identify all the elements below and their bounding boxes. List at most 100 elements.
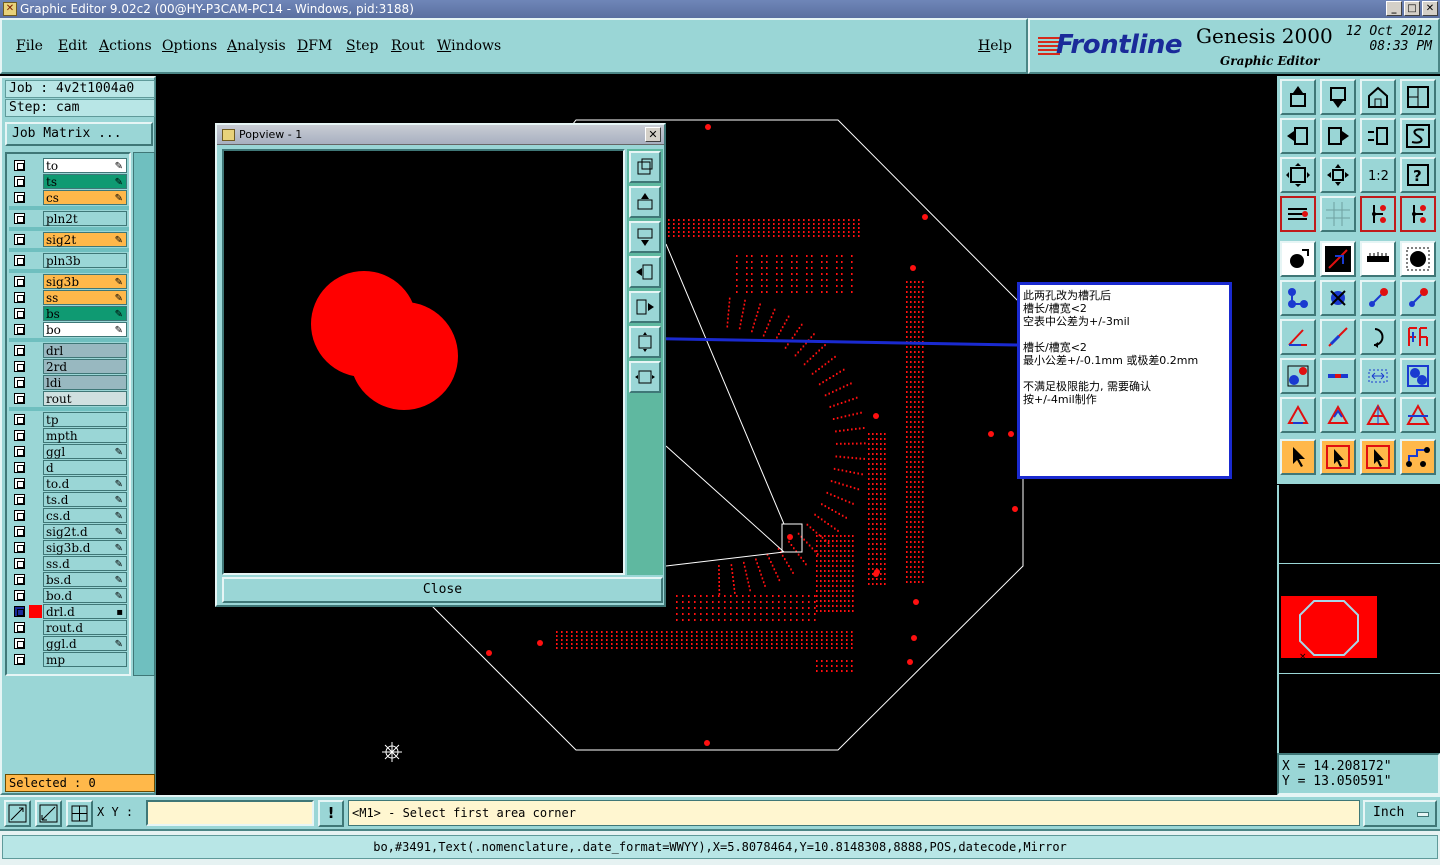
layer-checkbox[interactable] bbox=[14, 446, 25, 457]
layer-row[interactable]: rout bbox=[9, 391, 129, 406]
menu-edit[interactable]: Edit bbox=[58, 38, 87, 54]
layer-name[interactable]: ts ✎ bbox=[43, 174, 127, 189]
layer-name[interactable]: to.d ✎ bbox=[43, 476, 127, 491]
tool-wire-button[interactable] bbox=[1280, 196, 1316, 232]
layer-name[interactable]: d bbox=[43, 460, 127, 475]
layer-name[interactable]: cs ✎ bbox=[43, 190, 127, 205]
tool-fit-button[interactable] bbox=[1280, 157, 1316, 193]
pv-zoom-home-button[interactable] bbox=[629, 151, 661, 183]
layer-row[interactable]: d bbox=[9, 460, 129, 475]
xy-input[interactable] bbox=[146, 800, 314, 826]
layer-name[interactable]: mpth bbox=[43, 428, 127, 443]
layer-row[interactable]: ldi bbox=[9, 375, 129, 390]
layer-checkbox[interactable] bbox=[14, 558, 25, 569]
layer-checkbox[interactable] bbox=[14, 234, 25, 245]
tool-arrow-box2-button[interactable] bbox=[1360, 439, 1396, 475]
pv-pan-left-button[interactable] bbox=[629, 256, 661, 288]
tool-question-button[interactable]: ? bbox=[1400, 157, 1436, 193]
pv-pan-down-button[interactable] bbox=[629, 221, 661, 253]
layer-name[interactable]: bs.d ✎ bbox=[43, 572, 127, 587]
tool-arc-dots-button[interactable] bbox=[1360, 280, 1396, 316]
layer-checkbox[interactable] bbox=[14, 160, 25, 171]
layer-row[interactable]: bs.d ✎ bbox=[9, 572, 129, 587]
layer-row[interactable]: to.d ✎ bbox=[9, 476, 129, 491]
layer-checkbox[interactable] bbox=[14, 213, 25, 224]
pv-zoom-out-button[interactable] bbox=[629, 361, 661, 393]
layer-checkbox[interactable] bbox=[14, 606, 25, 617]
layer-name[interactable]: pln3b bbox=[43, 253, 127, 268]
job-matrix-button[interactable]: Job Matrix ... bbox=[5, 122, 153, 146]
layer-name[interactable]: ggl ✎ bbox=[43, 444, 127, 459]
menu-analysis[interactable]: Analysis bbox=[227, 38, 286, 54]
tool-tri4-button[interactable] bbox=[1400, 397, 1436, 433]
layer-row[interactable]: ts ✎ bbox=[9, 174, 129, 189]
tool-grid-button[interactable] bbox=[1320, 196, 1356, 232]
layer-name[interactable]: sig2t.d ✎ bbox=[43, 524, 127, 539]
layer-name[interactable]: bo.d ✎ bbox=[43, 588, 127, 603]
layer-row[interactable]: sig2t ✎ bbox=[9, 232, 129, 247]
tool-s-curve-button[interactable] bbox=[1400, 118, 1436, 154]
layer-row[interactable]: drl bbox=[9, 343, 129, 358]
layer-name[interactable]: bs ✎ bbox=[43, 306, 127, 321]
layer-checkbox[interactable] bbox=[14, 494, 25, 505]
layer-checkbox[interactable] bbox=[14, 377, 25, 388]
layer-row[interactable]: pln3b bbox=[9, 253, 129, 268]
menu-rout[interactable]: Rout bbox=[391, 38, 425, 54]
layer-checkbox[interactable] bbox=[14, 308, 25, 319]
layer-name[interactable]: tp bbox=[43, 412, 127, 427]
overview-panel[interactable]: × bbox=[1277, 485, 1440, 753]
layer-checkbox[interactable] bbox=[14, 324, 25, 335]
layer-checkbox[interactable] bbox=[14, 542, 25, 553]
layer-row[interactable]: mp bbox=[9, 652, 129, 667]
tool-circle-button[interactable] bbox=[1400, 241, 1436, 277]
popview-viewport[interactable] bbox=[222, 149, 625, 575]
layer-name[interactable]: cs.d ✎ bbox=[43, 508, 127, 523]
measure-button[interactable] bbox=[35, 800, 62, 827]
layer-checkbox[interactable] bbox=[14, 574, 25, 585]
tool-pad-red-button[interactable] bbox=[1280, 358, 1316, 394]
menu-file[interactable]: File bbox=[16, 38, 43, 54]
tool-red-dots-button[interactable] bbox=[1360, 196, 1396, 232]
menu-windows[interactable]: Windows bbox=[437, 38, 501, 54]
tool-text-frame-button[interactable] bbox=[1400, 319, 1436, 355]
alert-button[interactable]: ! bbox=[318, 800, 344, 827]
layer-row[interactable]: bs ✎ bbox=[9, 306, 129, 321]
tool-move-button[interactable] bbox=[1320, 157, 1356, 193]
layer-row[interactable]: rout.d bbox=[9, 620, 129, 635]
menu-help[interactable]: Help bbox=[978, 38, 1012, 54]
layer-row[interactable]: bo ✎ bbox=[9, 322, 129, 337]
tool-left-button[interactable] bbox=[1280, 118, 1316, 154]
tool-route-button[interactable] bbox=[1400, 439, 1436, 475]
layer-row[interactable]: sig2t.d ✎ bbox=[9, 524, 129, 539]
layer-checkbox[interactable] bbox=[14, 654, 25, 665]
layer-name[interactable]: drl.d ▪ bbox=[43, 604, 127, 619]
layer-checkbox[interactable] bbox=[14, 462, 25, 473]
layer-name[interactable]: ldi bbox=[43, 375, 127, 390]
layer-checkbox[interactable] bbox=[14, 526, 25, 537]
tool-nodes-button[interactable] bbox=[1280, 280, 1316, 316]
layer-checkbox[interactable] bbox=[14, 255, 25, 266]
layer-name[interactable]: bo ✎ bbox=[43, 322, 127, 337]
layer-list-scrollbar[interactable] bbox=[133, 152, 155, 676]
layer-row[interactable]: 2rd bbox=[9, 359, 129, 374]
tool-house-button[interactable] bbox=[1360, 79, 1396, 115]
layer-row[interactable]: cs ✎ bbox=[9, 190, 129, 205]
pv-pan-up-button[interactable] bbox=[629, 186, 661, 218]
tool-tri-button[interactable] bbox=[1280, 397, 1316, 433]
layer-checkbox[interactable] bbox=[14, 590, 25, 601]
menu-options[interactable]: Options bbox=[162, 38, 217, 54]
layer-checkbox[interactable] bbox=[14, 361, 25, 372]
layer-checkbox[interactable] bbox=[14, 414, 25, 425]
tool-angle-button[interactable] bbox=[1280, 319, 1316, 355]
menu-actions[interactable]: Actions bbox=[99, 38, 152, 54]
grid-button[interactable] bbox=[66, 800, 93, 827]
layer-checkbox[interactable] bbox=[14, 430, 25, 441]
layer-row[interactable]: ts.d ✎ bbox=[9, 492, 129, 507]
menu-dfm[interactable]: DFM bbox=[297, 38, 332, 54]
tool-arc-dots2-button[interactable] bbox=[1400, 280, 1436, 316]
tool-up-button[interactable] bbox=[1280, 79, 1316, 115]
layer-row[interactable]: sig3b ✎ bbox=[9, 274, 129, 289]
tool-bar-button[interactable] bbox=[1320, 358, 1356, 394]
pv-pan-right-button[interactable] bbox=[629, 291, 661, 323]
tool-arc-button[interactable] bbox=[1360, 319, 1396, 355]
